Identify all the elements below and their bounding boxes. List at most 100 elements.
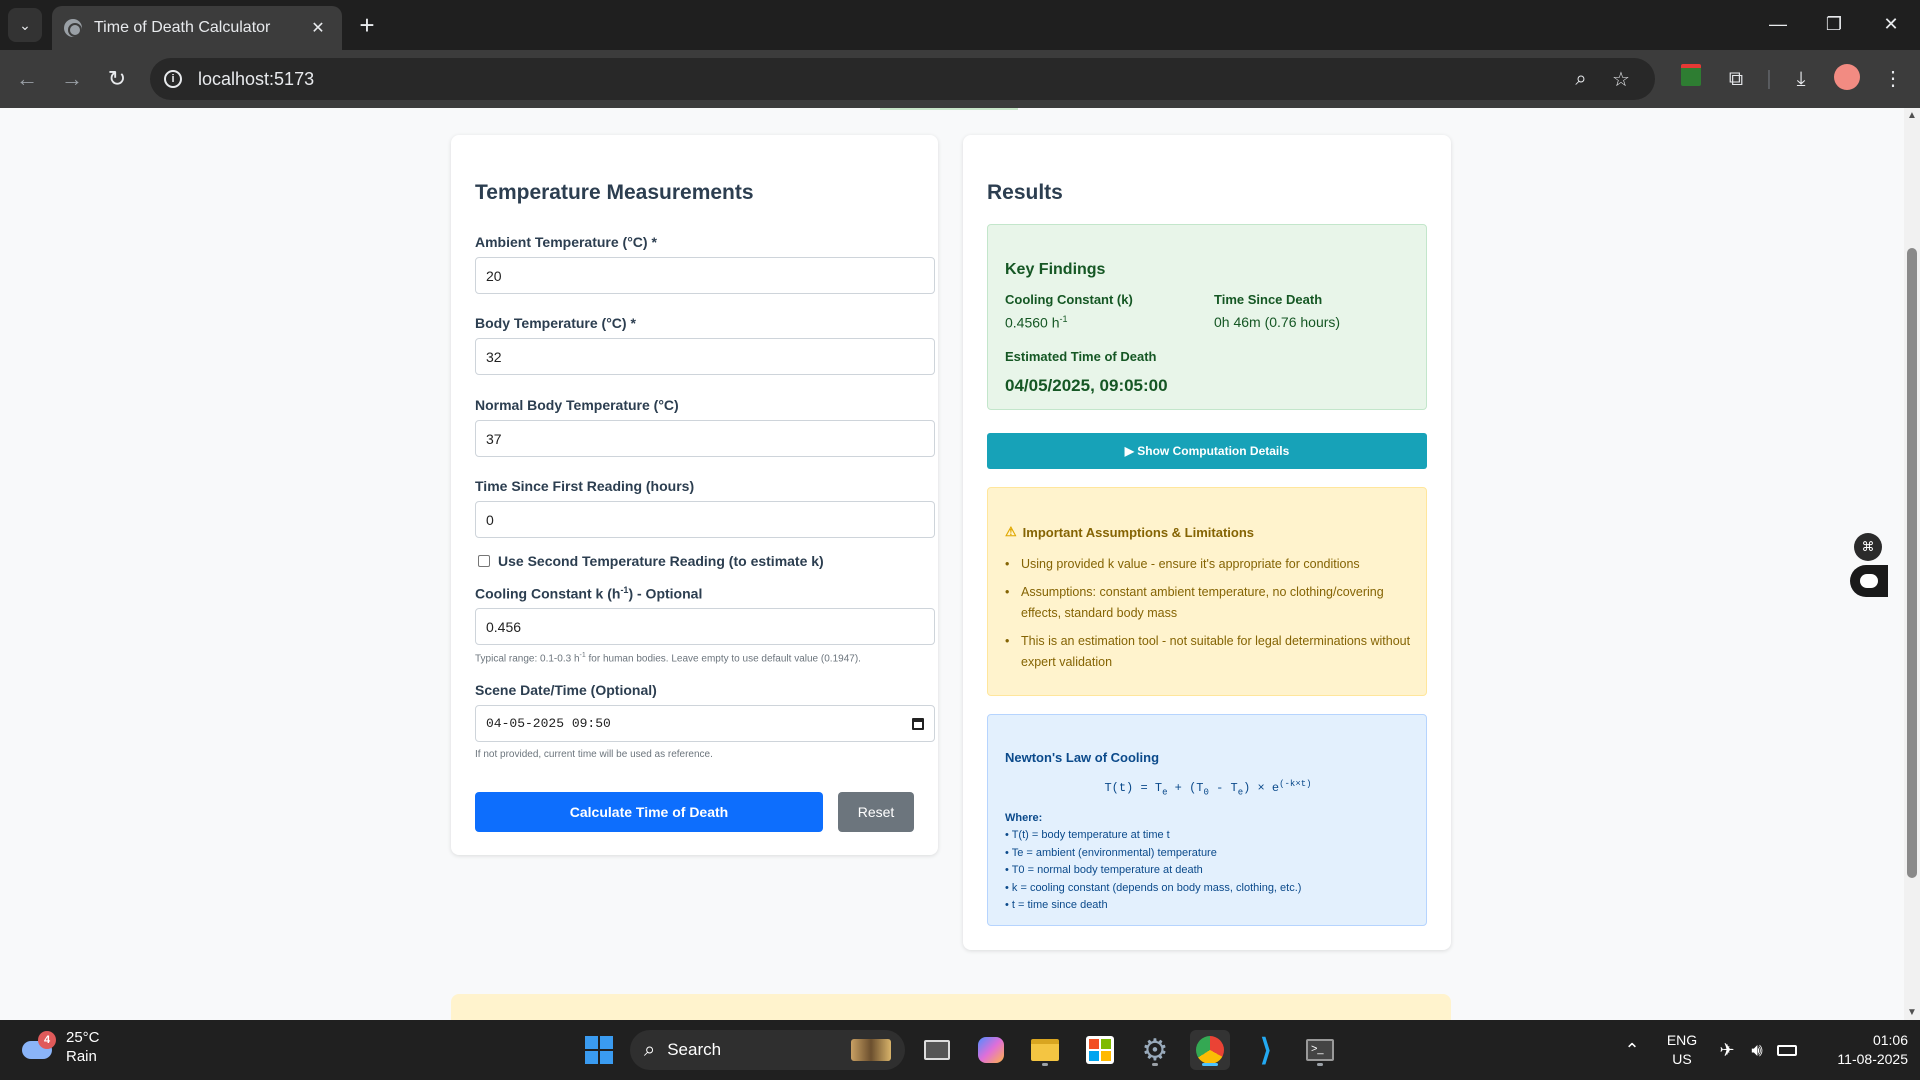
close-tab-icon[interactable]: ✕ (306, 18, 330, 38)
address-bar[interactable]: i localhost:5173 ⌕ ☆ (150, 58, 1655, 100)
browser-tab[interactable]: Time of Death Calculator ✕ (52, 6, 342, 50)
assumption-item: Assumptions: constant ambient temperatur… (1005, 582, 1415, 624)
show-computation-details-button[interactable]: ▶ Show Computation Details (987, 433, 1427, 469)
active-indicator (1202, 1063, 1218, 1066)
tab-list-button[interactable]: ⌄ (8, 8, 42, 42)
language-bottom: US (1672, 1051, 1692, 1067)
cooling-constant-result-label: Cooling Constant (k) (1005, 292, 1133, 307)
kebab-menu-icon[interactable]: ⋮ (1878, 64, 1908, 94)
site-info-icon[interactable]: i (164, 70, 182, 88)
bookmark-star-icon[interactable]: ☆ (1601, 67, 1641, 92)
windows-taskbar: 4 25°C Rain ⌕ Search ⚙ ⟩ >_ ⌃ ENG US ✈ 🔊… (0, 1020, 1920, 1080)
body-temp-label: Body Temperature (°C) * (475, 315, 636, 331)
time-since-reading-input[interactable] (475, 501, 935, 538)
copilot-icon[interactable] (971, 1030, 1011, 1070)
search-highlight-icon (851, 1039, 891, 1061)
scroll-down-icon[interactable]: ▼ (1904, 1007, 1920, 1018)
running-indicator (1042, 1063, 1048, 1066)
side-grid-icon[interactable]: ⌘ (1854, 533, 1882, 561)
task-view-icon[interactable] (917, 1030, 957, 1070)
time-since-death-value: 0h 46m (0.76 hours) (1214, 314, 1341, 330)
search-placeholder[interactable]: Search (667, 1040, 851, 1060)
chrome-icon[interactable] (1190, 1030, 1230, 1070)
where-item: • T0 = normal body temperature at death (1005, 864, 1203, 876)
profile-avatar-icon[interactable] (1832, 64, 1862, 94)
where-item: • T(t) = body temperature at time t (1005, 829, 1170, 841)
weather-temp: 25°C (66, 1029, 100, 1046)
normal-temp-label: Normal Body Temperature (°C) (475, 397, 679, 413)
formula-exponent: (-k×t) (1279, 779, 1312, 789)
scene-datetime-help: If not provided, current time will be us… (475, 749, 713, 760)
clock[interactable]: 01:06 11-08-2025 (1812, 1031, 1908, 1069)
scrollbar-thumb[interactable] (1907, 248, 1917, 878)
second-reading-row[interactable]: Use Second Temperature Reading (to estim… (478, 553, 824, 569)
battery-icon[interactable] (1767, 1030, 1807, 1070)
calendar-icon[interactable] (912, 717, 924, 730)
assumption-item: Using provided k value - ensure it's app… (1005, 554, 1415, 575)
where-label: Where: (1005, 812, 1043, 824)
cooling-constant-input[interactable] (475, 608, 935, 645)
store-icon[interactable] (1080, 1030, 1120, 1070)
where-item: • t = time since death (1005, 899, 1108, 911)
restore-icon[interactable]: ❐ (1814, 8, 1854, 40)
scroll-up-icon[interactable]: ▲ (1904, 110, 1920, 121)
page-viewport: Temperature Measurements Ambient Tempera… (0, 108, 1904, 1020)
vscode-icon[interactable]: ⟩ (1246, 1030, 1286, 1070)
browser-toolbar: ← → ↻ i localhost:5173 ⌕ ☆ ⧉ | ⤓ ⋮ (0, 50, 1920, 108)
key-findings-box: Key Findings Cooling Constant (k) 0.4560… (987, 224, 1427, 410)
cooling-constant-label: Cooling Constant k (h-1) - Optional (475, 585, 702, 602)
extension-calendar-icon[interactable] (1676, 64, 1706, 94)
back-icon[interactable]: ← (12, 64, 42, 94)
file-explorer-icon[interactable] (1025, 1030, 1065, 1070)
estimated-tod-label: Estimated Time of Death (1005, 349, 1157, 364)
reset-button[interactable]: Reset (838, 792, 914, 832)
reload-icon[interactable]: ↻ (102, 64, 132, 94)
settings-gear-icon[interactable]: ⚙ (1135, 1030, 1175, 1070)
minimize-icon[interactable]: — (1758, 8, 1798, 40)
cooling-constant-result-value: 0.4560 h-1 (1005, 314, 1068, 331)
previous-section-edge (880, 108, 1018, 110)
second-reading-checkbox[interactable] (478, 555, 490, 567)
clock-date: 11-08-2025 (1837, 1051, 1908, 1067)
weather-desc: Rain (66, 1048, 97, 1065)
newton-law-box: Newton's Law of Cooling T(t) = Te + (T0 … (987, 714, 1427, 926)
start-button[interactable] (579, 1030, 619, 1070)
ambient-temp-input[interactable] (475, 257, 935, 294)
running-indicator (1152, 1063, 1158, 1066)
side-assistant-icon[interactable] (1850, 565, 1888, 597)
language-indicator[interactable]: ENG US (1660, 1031, 1704, 1069)
zoom-icon[interactable]: ⌕ (1561, 68, 1601, 91)
download-icon[interactable]: ⤓ (1786, 64, 1816, 94)
formula-part: + (T (1167, 781, 1204, 795)
weather-rain-icon: 4 (20, 1031, 56, 1063)
cooling-constant-label-suffix: ) - Optional (628, 585, 703, 602)
page-scrollbar[interactable]: ▲ ▼ (1904, 108, 1920, 1020)
close-window-icon[interactable]: ✕ (1871, 8, 1911, 40)
taskbar-search[interactable]: ⌕ Search (630, 1030, 905, 1070)
url-text[interactable]: localhost:5173 (198, 69, 1561, 90)
scene-datetime-input[interactable]: 04-05-2025 09:50 (475, 705, 935, 742)
tray-overflow-chevron-icon[interactable]: ⌃ (1612, 1030, 1652, 1070)
formula-part: T(t) = T (1104, 781, 1163, 795)
results-title: Results (987, 181, 1063, 204)
assumptions-list: Using provided k value - ensure it's app… (1005, 554, 1415, 680)
second-reading-label[interactable]: Use Second Temperature Reading (to estim… (498, 553, 824, 569)
terminal-icon[interactable]: >_ (1300, 1030, 1340, 1070)
ambient-temp-label: Ambient Temperature (°C) * (475, 234, 657, 250)
time-since-death-label: Time Since Death (1214, 292, 1323, 307)
search-icon: ⌕ (644, 1038, 656, 1061)
scene-datetime-value[interactable]: 04-05-2025 09:50 (486, 716, 611, 731)
weather-widget[interactable]: 4 25°C Rain (20, 1028, 100, 1066)
warning-icon: ⚠ (1005, 524, 1017, 539)
calculate-button[interactable]: Calculate Time of Death (475, 792, 823, 832)
browser-tab-bar: ⌄ Time of Death Calculator ✕ + — ❐ ✕ (0, 0, 1920, 50)
estimated-tod-value: 04/05/2025, 09:05:00 (1005, 376, 1168, 395)
normal-temp-input[interactable] (475, 420, 935, 457)
forward-icon[interactable]: → (57, 64, 87, 94)
extensions-puzzle-icon[interactable]: ⧉ (1721, 64, 1751, 94)
new-tab-button[interactable]: + (352, 10, 382, 40)
temperature-form-card: Temperature Measurements Ambient Tempera… (451, 135, 938, 855)
time-since-reading-label: Time Since First Reading (hours) (475, 478, 695, 494)
results-card: Results Key Findings Cooling Constant (k… (963, 135, 1451, 950)
body-temp-input[interactable] (475, 338, 935, 375)
